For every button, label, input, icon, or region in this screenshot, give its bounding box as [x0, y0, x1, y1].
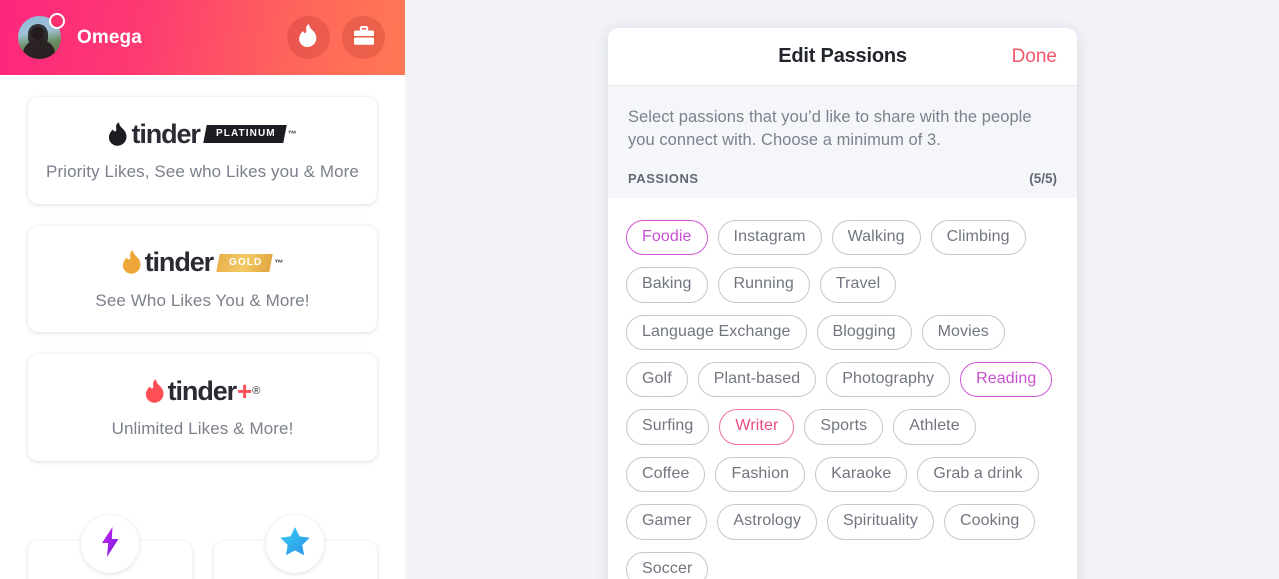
modal-description-area: Select passions that you’d like to share…: [608, 86, 1077, 153]
passion-chip[interactable]: Instagram: [717, 219, 822, 256]
plus-badge: +: [237, 375, 252, 406]
boost-badge: [80, 515, 139, 573]
promo-card-platinum[interactable]: tinder PLATINUM ™ Priority Likes, See wh…: [28, 97, 377, 204]
tinder-wordmark: tinder: [144, 247, 215, 278]
passion-chip[interactable]: Astrology: [717, 504, 818, 540]
tinder-gold-logo: tinder GOLD ™: [46, 248, 359, 278]
passion-chip[interactable]: Cooking: [944, 504, 1036, 540]
left-sidebar: Omega tinder PLATINUM ™ Priority Likes, …: [0, 0, 405, 579]
passion-chip[interactable]: Language Exchange: [626, 314, 807, 351]
passions-counter: (5/5): [1029, 170, 1057, 186]
passions-section-header: PASSIONS (5/5): [608, 152, 1077, 198]
flame-button[interactable]: [287, 16, 330, 59]
passion-chip[interactable]: Sports: [804, 409, 884, 445]
promo-card-gold[interactable]: tinder GOLD ™ See Who Likes You & More!: [28, 225, 377, 333]
passion-chip[interactable]: Spirituality: [827, 504, 935, 540]
tinder-wordmark: tinder: [131, 118, 201, 149]
trademark-symbol: ™: [287, 129, 297, 139]
edit-passions-modal: Edit Passions Done Select passions that …: [608, 28, 1077, 579]
gold-badge: GOLD: [216, 253, 274, 272]
passion-chip[interactable]: Coffee: [626, 456, 706, 493]
promo-tagline: Unlimited Likes & More!: [111, 419, 294, 439]
passion-chip[interactable]: Karaoke: [815, 456, 908, 493]
superlike-card[interactable]: [213, 515, 377, 579]
avatar-head-shape: [31, 27, 44, 40]
passion-chip[interactable]: Athlete: [893, 409, 976, 445]
passions-label: PASSIONS: [628, 170, 699, 186]
passion-chip[interactable]: Blogging: [816, 314, 912, 351]
flame-icon-red: [145, 378, 166, 404]
passion-chip[interactable]: Movies: [921, 314, 1005, 351]
registered-symbol: ®: [252, 385, 261, 398]
modal-description: Select passions that you’d like to share…: [628, 108, 1032, 150]
profile-name: Omega: [77, 26, 142, 48]
header-actions: [287, 16, 385, 59]
avatar-body-shape: [23, 40, 55, 59]
avatar[interactable]: [18, 13, 65, 59]
done-button[interactable]: Done: [1012, 46, 1057, 68]
flame-icon-black: [108, 121, 129, 147]
boost-card[interactable]: [28, 515, 192, 579]
passion-chip[interactable]: Surfing: [626, 409, 710, 445]
passion-chip[interactable]: Gamer: [626, 504, 708, 540]
passion-chip[interactable]: Writer: [719, 409, 795, 445]
passion-chip[interactable]: Baking: [626, 267, 708, 303]
passion-chip[interactable]: Reading: [960, 362, 1053, 398]
sidebar-body: tinder PLATINUM ™ Priority Likes, See wh…: [0, 75, 405, 579]
passion-chip[interactable]: Running: [717, 267, 810, 303]
passion-chip[interactable]: Soccer: [626, 551, 709, 579]
briefcase-icon: [353, 25, 375, 49]
modal-header: Edit Passions Done: [608, 28, 1077, 86]
flame-icon-gold: [122, 250, 143, 275]
passion-chip[interactable]: Grab a drink: [917, 456, 1039, 493]
promo-card-plus[interactable]: tinder + ® Unlimited Likes & More!: [28, 354, 377, 461]
superlike-star-icon: [280, 527, 311, 561]
promo-tagline: See Who Likes You & More!: [95, 290, 310, 310]
flame-icon: [298, 24, 319, 51]
passion-chip[interactable]: Photography: [826, 362, 951, 398]
tinder-wordmark: tinder: [167, 375, 238, 406]
trademark-symbol: ™: [274, 257, 284, 268]
passion-chip[interactable]: Walking: [831, 219, 921, 256]
passion-chip[interactable]: Climbing: [930, 219, 1026, 256]
tinder-platinum-logo: tinder PLATINUM ™: [46, 119, 359, 149]
tinder-plus-logo: tinder + ®: [46, 376, 359, 406]
passion-chip[interactable]: Foodie: [626, 219, 708, 256]
passion-chip[interactable]: Plant-based: [697, 362, 817, 398]
superlike-badge: [266, 515, 325, 573]
platinum-badge: PLATINUM: [203, 125, 287, 143]
passions-chip-list: Foodie Instagram Walking Climbing Baking Runn…: [608, 197, 1077, 579]
promo-tagline: Priority Likes, See who Likes you & More: [46, 162, 359, 181]
profile-progress-badge: [49, 13, 65, 29]
modal-title: Edit Passions: [778, 45, 907, 67]
passion-chip[interactable]: Golf: [626, 362, 688, 398]
passion-chip[interactable]: Travel: [819, 267, 897, 303]
passion-chip[interactable]: Fashion: [715, 456, 806, 493]
boost-lightning-icon: [100, 526, 120, 562]
bottom-badge-row: [28, 515, 377, 579]
sidebar-header: Omega: [0, 0, 405, 75]
briefcase-button[interactable]: [342, 16, 385, 59]
